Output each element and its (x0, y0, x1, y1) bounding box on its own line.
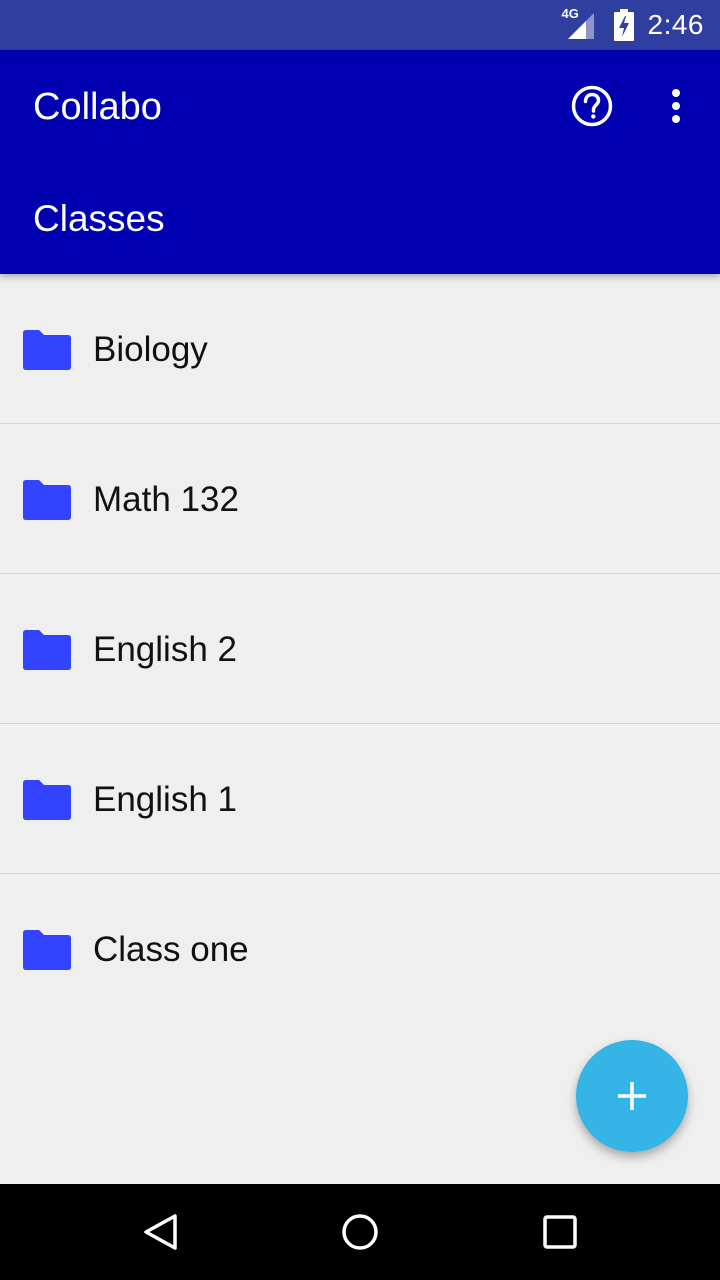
folder-icon (23, 479, 71, 520)
status-time: 2:46 (647, 9, 704, 40)
folder-icon (23, 629, 71, 670)
class-label: English 2 (93, 629, 237, 669)
app-title: Collabo (33, 86, 162, 128)
class-label: English 1 (93, 779, 237, 819)
status-icons: 4G 2:46 (562, 0, 705, 50)
class-label: Biology (93, 329, 208, 369)
class-label: Math 132 (93, 479, 239, 519)
app-bar: Collabo Classes (0, 50, 720, 274)
home-button[interactable] (336, 1208, 384, 1256)
home-icon (342, 1214, 378, 1250)
back-icon (144, 1214, 177, 1250)
network-type-label: 4G (561, 6, 579, 21)
status-bar: 4G 2:46 (0, 0, 720, 50)
signal-icon: 4G (562, 7, 600, 43)
battery-charging-icon (613, 9, 634, 41)
overflow-menu-icon (672, 89, 680, 123)
folder-icon (23, 329, 71, 370)
class-label: Class one (93, 930, 249, 969)
add-icon (618, 1082, 646, 1110)
class-list: Biology Math 132 English 2 English 1 Cla… (0, 274, 720, 1024)
list-item-english-2[interactable]: English 2 (0, 574, 720, 724)
list-item-math-132[interactable]: Math 132 (0, 424, 720, 574)
folder-icon (23, 930, 71, 970)
back-button[interactable] (136, 1208, 184, 1256)
section-title: Classes (33, 198, 165, 239)
recents-button[interactable] (536, 1208, 584, 1256)
help-icon (571, 85, 613, 127)
list-item-class-one[interactable]: Class one (0, 874, 720, 1024)
recents-icon (543, 1215, 577, 1249)
folder-icon (23, 779, 71, 820)
add-class-button[interactable] (576, 1040, 688, 1152)
overflow-menu-button[interactable] (656, 80, 696, 132)
navigation-bar (0, 1184, 720, 1280)
list-item-biology[interactable]: Biology (0, 274, 720, 424)
list-item-english-1[interactable]: English 1 (0, 724, 720, 874)
help-button[interactable] (566, 80, 618, 132)
